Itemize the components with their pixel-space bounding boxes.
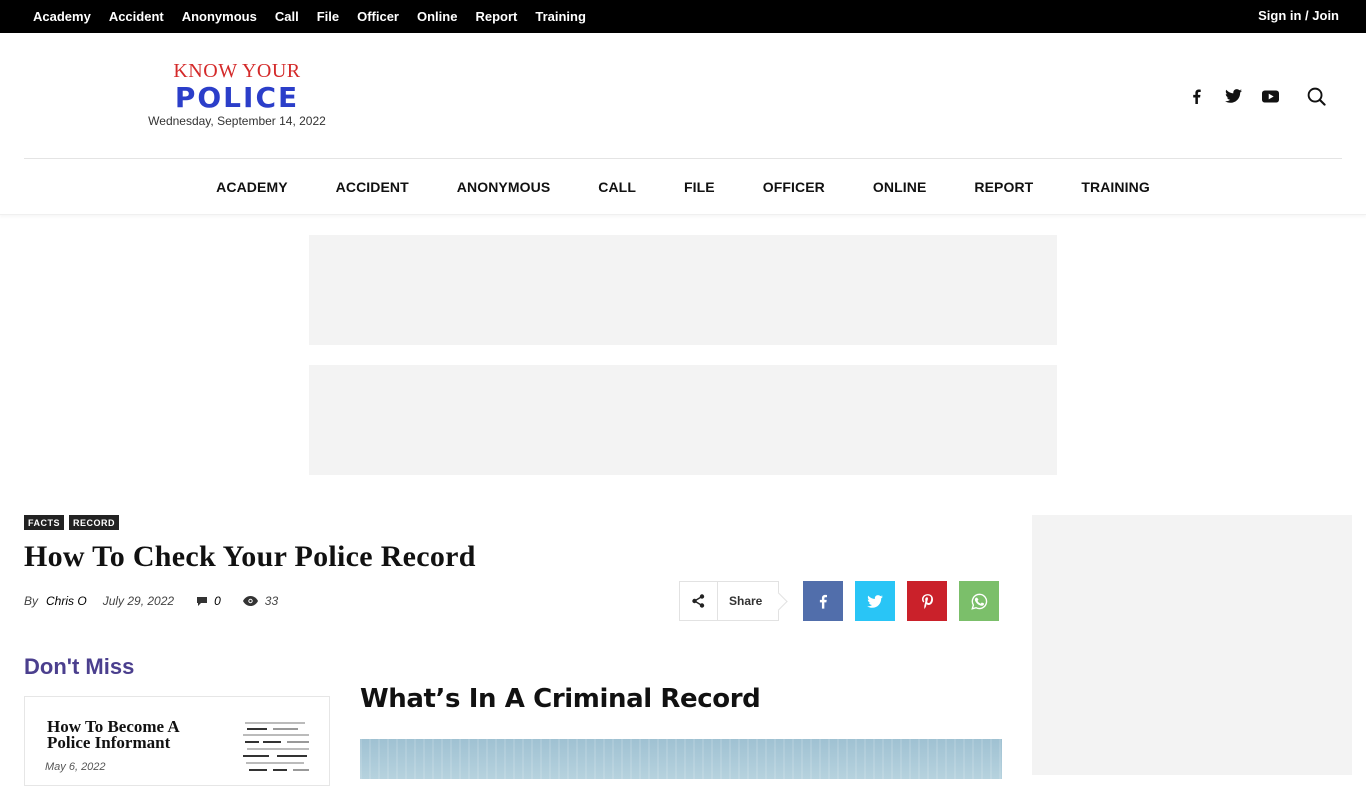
article-image-texture: [360, 739, 1002, 779]
share-box[interactable]: Share: [679, 581, 779, 621]
views-value: 33: [264, 594, 279, 608]
section-heading: What’s In A Criminal Record: [360, 684, 761, 714]
top-menu-officer[interactable]: Officer: [357, 9, 399, 24]
site-logo[interactable]: KNOW YOUR POLICE Wednesday, September 14…: [137, 60, 337, 128]
ad-banner-2: [309, 365, 1057, 475]
by-label: By: [24, 594, 39, 608]
facebook-icon: [819, 594, 827, 609]
top-menu-accident[interactable]: Accident: [109, 9, 164, 24]
nav-academy[interactable]: ACADEMY: [216, 179, 287, 195]
nav-report[interactable]: REPORT: [974, 179, 1033, 195]
top-menu-file[interactable]: File: [317, 9, 339, 24]
top-menu-online[interactable]: Online: [417, 9, 457, 24]
share-twitter-button[interactable]: [855, 581, 895, 621]
pinterest-icon: [921, 593, 933, 609]
top-menu-anonymous[interactable]: Anonymous: [182, 9, 257, 24]
ad-banner-1: [309, 235, 1057, 345]
tag-facts[interactable]: FACTS: [24, 515, 65, 530]
header-date: Wednesday, September 14, 2022: [148, 114, 326, 128]
tag-record[interactable]: RECORD: [69, 515, 120, 530]
category-tags: FACTS RECORD: [24, 515, 124, 530]
sidebar-ad: [1032, 515, 1352, 775]
signin-link[interactable]: Sign in / Join: [1258, 8, 1339, 23]
nav-training[interactable]: TRAINING: [1081, 179, 1149, 195]
top-menu: Academy Accident Anonymous Call File Off…: [24, 0, 595, 33]
nav-online[interactable]: ONLINE: [873, 179, 927, 195]
share-facebook-button[interactable]: [803, 581, 843, 621]
share-pinterest-button[interactable]: [907, 581, 947, 621]
comment-icon: [197, 596, 208, 606]
nav-call[interactable]: CALL: [598, 179, 636, 195]
dont-miss-card-thumbnail[interactable]: [243, 719, 313, 779]
top-menu-training[interactable]: Training: [535, 9, 586, 24]
comments-value: 0: [214, 594, 221, 608]
share-label: Share: [729, 594, 763, 608]
article-image: [360, 739, 1002, 779]
post-date: July 29, 2022: [102, 594, 175, 608]
top-menu-academy[interactable]: Academy: [33, 9, 91, 24]
top-bar: Academy Accident Anonymous Call File Off…: [0, 0, 1366, 33]
dont-miss-card-date: May 6, 2022: [45, 761, 106, 773]
twitter-icon: [867, 594, 883, 608]
dont-miss-card[interactable]: How To Become A Police Informant May 6, …: [24, 696, 330, 786]
search-icon[interactable]: [1306, 86, 1326, 106]
twitter-icon[interactable]: [1223, 86, 1243, 106]
nav-officer[interactable]: OFFICER: [763, 179, 825, 195]
article-title: How To Check Your Police Record: [24, 540, 476, 573]
top-menu-call[interactable]: Call: [275, 9, 299, 24]
nav-file[interactable]: FILE: [684, 179, 715, 195]
dont-miss-heading: Don't Miss: [24, 654, 135, 679]
logo-top-text: KNOW YOUR: [173, 60, 301, 82]
nav-anonymous[interactable]: ANONYMOUS: [457, 179, 550, 195]
header-socials: [1169, 86, 1326, 106]
author-link[interactable]: Chris O: [46, 594, 87, 608]
logo-main-text: POLICE: [174, 81, 300, 114]
comments-count[interactable]: 0: [196, 594, 221, 608]
share-icon: [680, 581, 718, 621]
top-menu-report[interactable]: Report: [475, 9, 517, 24]
nav-accident[interactable]: ACCIDENT: [336, 179, 409, 195]
share-whatsapp-button[interactable]: [959, 581, 999, 621]
facebook-icon[interactable]: [1186, 86, 1206, 106]
views-count: 33: [242, 594, 279, 608]
eye-icon: [242, 596, 258, 606]
youtube-icon[interactable]: [1260, 86, 1280, 106]
dont-miss-card-title[interactable]: How To Become A Police Informant: [47, 718, 207, 751]
whatsapp-icon: [970, 593, 987, 610]
article-meta: By Chris O July 29, 2022 0 33: [24, 594, 278, 608]
main-nav: ACADEMY ACCIDENT ANONYMOUS CALL FILE OFF…: [0, 159, 1366, 215]
